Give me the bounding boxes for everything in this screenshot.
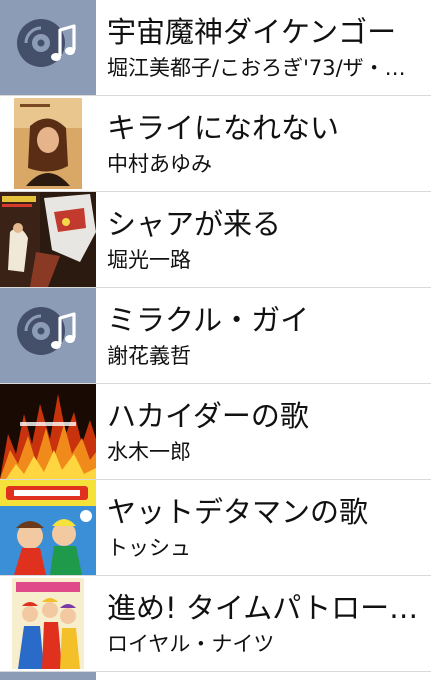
album-art xyxy=(0,384,96,479)
song-artist: 堀江美都子/こおろぎ'73/ザ・チャープス xyxy=(107,55,423,80)
album-art xyxy=(0,192,96,287)
music-placeholder-icon xyxy=(0,288,96,383)
song-title: ハカイダーの歌 xyxy=(107,398,309,433)
song-row-partial[interactable] xyxy=(0,672,431,680)
song-title: シャアが来る xyxy=(107,206,282,241)
album-art xyxy=(0,96,96,191)
song-row[interactable]: 進め! タイムパトロール隊 ロイヤル・ナイツ xyxy=(0,576,431,672)
song-row[interactable]: ヤットデタマンの歌 トッシュ xyxy=(0,480,431,576)
song-title: キライになれない xyxy=(107,110,340,145)
album-art xyxy=(0,576,96,671)
song-artist: トッシュ xyxy=(107,535,191,560)
song-artist: 謝花義哲 xyxy=(107,343,191,368)
song-title: 進め! タイムパトロール隊 xyxy=(107,590,423,625)
album-art xyxy=(0,480,96,575)
song-list: 宇宙魔神ダイケンゴー 堀江美都子/こおろぎ'73/ザ・チャープス キライになれな… xyxy=(0,0,431,680)
song-title: 宇宙魔神ダイケンゴー xyxy=(107,14,397,49)
song-artist: 中村あゆみ xyxy=(107,151,212,176)
song-title: ヤットデタマンの歌 xyxy=(107,494,369,529)
song-row[interactable]: ハカイダーの歌 水木一郎 xyxy=(0,384,431,480)
album-art xyxy=(0,672,96,680)
song-row[interactable]: 宇宙魔神ダイケンゴー 堀江美都子/こおろぎ'73/ザ・チャープス xyxy=(0,0,431,96)
song-row[interactable]: シャアが来る 堀光一路 xyxy=(0,192,431,288)
song-artist: 堀光一路 xyxy=(107,247,191,272)
song-title: ミラクル・ガイ xyxy=(107,302,310,337)
music-placeholder-icon xyxy=(0,0,96,95)
song-artist: ロイヤル・ナイツ xyxy=(107,631,275,656)
song-artist: 水木一郎 xyxy=(107,439,191,464)
song-row[interactable]: キライになれない 中村あゆみ xyxy=(0,96,431,192)
song-row[interactable]: ミラクル・ガイ 謝花義哲 xyxy=(0,288,431,384)
